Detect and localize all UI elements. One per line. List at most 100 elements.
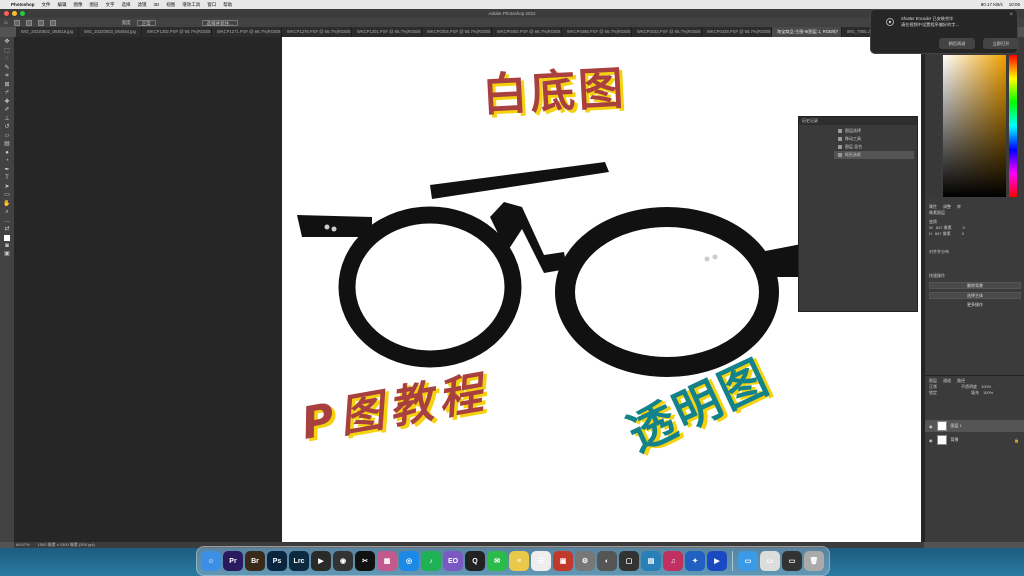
dock-qq-music-icon[interactable]: ♪: [421, 551, 441, 571]
visibility-eye-icon[interactable]: ◉: [929, 438, 933, 443]
history-item[interactable]: 移动工具: [834, 135, 914, 143]
home-icon[interactable]: ⌂: [4, 20, 8, 26]
menu-3d[interactable]: 3D: [154, 2, 160, 7]
dock-screen-rec-icon[interactable]: ▭: [782, 551, 802, 571]
dock-office-icon[interactable]: ▤: [641, 551, 661, 571]
dock-bridge-icon[interactable]: Br: [245, 551, 265, 571]
dock-reminders-icon[interactable]: ☰: [531, 551, 551, 571]
more-tools-icon[interactable]: …: [3, 218, 11, 225]
dodge-tool-icon[interactable]: ◔: [3, 158, 11, 165]
menu-plugins[interactable]: 增效工具: [182, 2, 200, 8]
healing-brush-icon[interactable]: ✚: [3, 99, 11, 106]
document-tab[interactable]: WKCP0433.PSF @ 66.7%(RGB/8: [632, 27, 702, 37]
brush-tool-icon[interactable]: ✐: [3, 107, 11, 114]
quick-mask-icon[interactable]: ◙: [3, 243, 11, 250]
rectangle-tool-icon[interactable]: ▭: [3, 192, 11, 199]
zoom-tool-icon[interactable]: ⌕: [3, 209, 11, 216]
document-tab[interactable]: IMG_20220502_084516.jpg: [16, 27, 79, 37]
style-dropdown[interactable]: 正常: [136, 19, 156, 26]
new-selection-icon[interactable]: [13, 19, 20, 26]
dock-photo-booth-icon[interactable]: ▣: [553, 551, 573, 571]
menu-view[interactable]: 视图: [166, 2, 175, 8]
blur-tool-icon[interactable]: ●: [3, 150, 11, 157]
marquee-tool-icon[interactable]: ⬚: [3, 48, 11, 55]
layer-row-selected[interactable]: ◉ 图层 1: [925, 420, 1024, 432]
document-tab[interactable]: WKCP0466.PSF @ 66.7%(RGB/8: [562, 27, 632, 37]
document-tab-active[interactable]: 淘宝商品-主图-9(图层 1, RGB/8)*: [771, 27, 842, 37]
menu-file[interactable]: 文件: [42, 2, 51, 8]
gradient-icon[interactable]: ▤: [3, 141, 11, 148]
hue-slider[interactable]: [1009, 55, 1017, 197]
menu-app-name[interactable]: Photoshop: [11, 2, 35, 7]
visibility-eye-icon[interactable]: ◉: [929, 424, 933, 429]
dock-capcut-icon[interactable]: ✂: [355, 551, 375, 571]
dock-screenshot-icon[interactable]: ▢: [619, 551, 639, 571]
foreground-color-swatch[interactable]: [4, 234, 10, 241]
menu-image[interactable]: 图像: [74, 2, 83, 8]
crop-tool-icon[interactable]: ⌗: [3, 73, 11, 80]
document-tab[interactable]: WKCP1302.PSF @ 66.7%(RGB/8: [142, 27, 212, 37]
dock-qq-icon[interactable]: Q: [465, 551, 485, 571]
hand-tool-icon[interactable]: ✋: [3, 201, 11, 208]
dock-vpn-icon[interactable]: ◐: [597, 551, 617, 571]
menu-layer[interactable]: 图层: [90, 2, 99, 8]
document-tab[interactable]: WKCP0304.PSF @ 66.7%(RGB/8: [422, 27, 492, 37]
history-brush-icon[interactable]: ↺: [3, 124, 11, 131]
history-item[interactable]: 图层 混合: [834, 143, 914, 151]
move-tool-icon[interactable]: ✥: [3, 39, 11, 46]
pen-tool-icon[interactable]: ✒: [3, 167, 11, 174]
document-tab[interactable]: WKCP0492.PSF @ 66.7%(RGB/8: [492, 27, 562, 37]
clone-stamp-icon[interactable]: ⊥: [3, 116, 11, 123]
color-picker-field[interactable]: [943, 55, 1006, 197]
document-tab[interactable]: IMG_20220503_084554.jpg: [79, 27, 142, 37]
dock-finder-icon[interactable]: ☺: [201, 551, 221, 571]
history-item[interactable]: 图层选择: [834, 127, 914, 135]
document-tab[interactable]: WKCP1276.PSF @ 66.7%(RGB/8: [282, 27, 352, 37]
document-tab[interactable]: WKCP1271.PSF @ 66.7%(RGB/8: [212, 27, 282, 37]
select-and-mask-button[interactable]: 选择并遮住...: [201, 19, 238, 26]
dock-davinci-icon[interactable]: ◉: [333, 551, 353, 571]
dock-eudic-icon[interactable]: EO: [443, 551, 463, 571]
lasso-tool-icon[interactable]: ◌: [3, 56, 11, 63]
swap-colors-icon[interactable]: ⇄: [3, 226, 11, 233]
document-tab[interactable]: WKCP1301.PSF @ 66.7%(RGB/8: [352, 27, 422, 37]
eyedropper-icon[interactable]: ⌿: [3, 90, 11, 97]
dock-folder-2-icon[interactable]: ▭: [760, 551, 780, 571]
menu-filter[interactable]: 滤镜: [138, 2, 147, 8]
dock-premiere-icon[interactable]: Pr: [223, 551, 243, 571]
dock-xmind-icon[interactable]: ✦: [685, 551, 705, 571]
dock-music-app-icon[interactable]: ♫: [663, 551, 683, 571]
menu-select[interactable]: 选择: [122, 2, 131, 8]
intersect-selection-icon[interactable]: [49, 19, 56, 26]
zoom-window-button[interactable]: [20, 11, 25, 16]
menu-help[interactable]: 帮助: [223, 2, 232, 8]
path-select-icon[interactable]: ➤: [3, 184, 11, 191]
history-item-selected[interactable]: 矩形选框: [834, 151, 914, 159]
dock-safari-icon[interactable]: ◎: [399, 551, 419, 571]
dock-notes-icon[interactable]: ≡: [509, 551, 529, 571]
dock-trash-icon[interactable]: 🗑: [804, 551, 824, 571]
dock-launchpad-icon[interactable]: ▦: [377, 551, 397, 571]
layer-row[interactable]: ◉ 背景 🔒: [925, 434, 1024, 446]
close-window-button[interactable]: [4, 11, 9, 16]
fill-value[interactable]: 100%: [983, 390, 993, 396]
subtract-selection-icon[interactable]: [37, 19, 44, 26]
dock-folder-1-icon[interactable]: ▭: [738, 551, 758, 571]
dock-lightroom-icon[interactable]: Lrc: [289, 551, 309, 571]
height-value[interactable]: 847 像素: [935, 231, 951, 237]
add-selection-icon[interactable]: [25, 19, 32, 26]
select-subject-button[interactable]: 选择主体: [929, 292, 1021, 299]
tab-channels[interactable]: 通道: [943, 378, 951, 384]
menu-edit[interactable]: 编辑: [58, 2, 67, 8]
tab-libraries[interactable]: 库: [957, 204, 961, 210]
menu-type[interactable]: 文字: [106, 2, 115, 8]
dock-wechat-icon[interactable]: ✉: [487, 551, 507, 571]
dock-final-cut-icon[interactable]: ▶: [311, 551, 331, 571]
menu-window[interactable]: 窗口: [207, 2, 216, 8]
quick-select-icon[interactable]: ✎: [3, 65, 11, 72]
document-tab[interactable]: WKCP0428.PSF @ 66.7%(RGB/8: [702, 27, 772, 37]
minimize-window-button[interactable]: [12, 11, 17, 16]
y-value[interactable]: 0: [962, 231, 964, 237]
notification-later-button[interactable]: 稍后再说: [939, 38, 975, 49]
dock-photoshop-icon[interactable]: Ps: [267, 551, 287, 571]
